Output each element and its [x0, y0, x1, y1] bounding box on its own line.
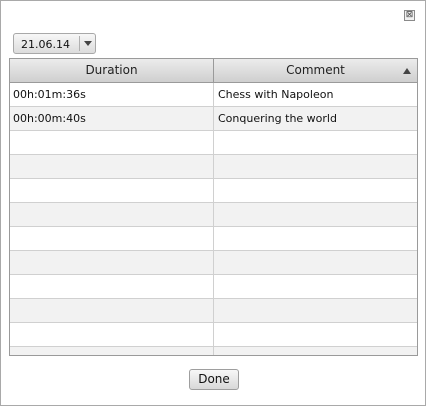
done-button[interactable]: Done: [189, 369, 239, 390]
comment-cell[interactable]: Conquering the world: [214, 107, 417, 130]
duration-cell[interactable]: [10, 299, 214, 322]
duration-cell[interactable]: [10, 131, 214, 154]
duration-cell[interactable]: [10, 347, 214, 355]
table-row[interactable]: [10, 179, 417, 203]
table-row[interactable]: [10, 155, 417, 179]
table-row[interactable]: [10, 347, 417, 355]
duration-cell[interactable]: [10, 323, 214, 346]
comment-cell[interactable]: [214, 347, 417, 355]
close-button[interactable]: ⊠: [404, 10, 415, 21]
sessions-table: Duration Comment 00h:01m:36s Chess with N…: [9, 58, 418, 356]
comment-cell[interactable]: [214, 179, 417, 202]
comment-cell[interactable]: Chess with Napoleon: [214, 83, 417, 106]
date-dropdown-value: 21.06.14: [21, 38, 70, 51]
duration-cell[interactable]: [10, 155, 214, 178]
duration-cell[interactable]: [10, 179, 214, 202]
sort-ascending-icon: [403, 68, 411, 74]
column-header-comment[interactable]: Comment: [214, 59, 417, 82]
table-header: Duration Comment: [10, 59, 417, 83]
close-icon: ⊠: [405, 10, 414, 20]
comment-cell[interactable]: [214, 227, 417, 250]
duration-cell[interactable]: 00h:01m:36s: [10, 83, 214, 106]
table-row[interactable]: [10, 227, 417, 251]
comment-cell[interactable]: [214, 275, 417, 298]
comment-cell[interactable]: [214, 323, 417, 346]
duration-cell[interactable]: [10, 227, 214, 250]
table-row[interactable]: [10, 299, 417, 323]
table-row[interactable]: 00h:00m:40s Conquering the world: [10, 107, 417, 131]
duration-cell[interactable]: [10, 203, 214, 226]
dialog-window: ⊠ 21.06.14 Duration Comment 00h:01m:36s C…: [0, 0, 426, 406]
table-row[interactable]: [10, 203, 417, 227]
column-header-duration[interactable]: Duration: [10, 59, 214, 82]
table-row[interactable]: [10, 323, 417, 347]
duration-cell[interactable]: [10, 275, 214, 298]
duration-cell[interactable]: [10, 251, 214, 274]
date-dropdown[interactable]: 21.06.14: [13, 33, 96, 54]
table-row[interactable]: 00h:01m:36s Chess with Napoleon: [10, 83, 417, 107]
comment-cell[interactable]: [214, 299, 417, 322]
table-row[interactable]: [10, 131, 417, 155]
table-body: 00h:01m:36s Chess with Napoleon 00h:00m:40…: [10, 83, 417, 355]
duration-cell[interactable]: 00h:00m:40s: [10, 107, 214, 130]
comment-cell[interactable]: [214, 155, 417, 178]
comment-cell[interactable]: [214, 251, 417, 274]
chevron-down-icon[interactable]: [84, 41, 92, 46]
table-row[interactable]: [10, 251, 417, 275]
table-row[interactable]: [10, 275, 417, 299]
comment-cell[interactable]: [214, 131, 417, 154]
dropdown-separator: [79, 36, 80, 51]
comment-cell[interactable]: [214, 203, 417, 226]
